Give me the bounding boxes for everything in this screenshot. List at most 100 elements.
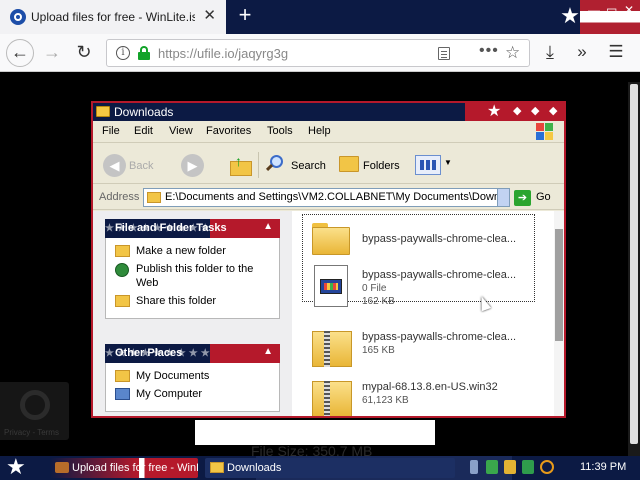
- file-name[interactable]: bypass-paywalls-chrome-clea...: [362, 269, 516, 281]
- new-tab-button[interactable]: +: [234, 4, 256, 27]
- task-make-new-folder[interactable]: Make a new folder: [114, 244, 271, 258]
- back-arrow-icon[interactable]: ←: [6, 39, 34, 67]
- close-button[interactable]: ◆: [549, 104, 557, 117]
- browser-toolbar: ← → ↻ i https://ufile.io/jaqyrg3g ••• ☆ …: [0, 34, 640, 72]
- search-button-label[interactable]: Search: [291, 160, 326, 172]
- speaker-icon[interactable]: [470, 460, 478, 474]
- folders-icon[interactable]: [339, 156, 359, 172]
- info-icon[interactable]: i: [116, 46, 130, 60]
- file-item[interactable]: bypass-paywalls-chrome-clea...: [310, 219, 550, 269]
- page-scrollbar-thumb[interactable]: [630, 84, 638, 444]
- menu-favorites[interactable]: Favorites: [206, 125, 251, 137]
- clock[interactable]: 11:39 PM: [580, 461, 626, 473]
- task-publish-web[interactable]: Publish this folder to the Web: [114, 262, 271, 290]
- address-path[interactable]: E:\Documents and Settings\VM2.COLLABNET\…: [165, 191, 509, 203]
- task-label[interactable]: Publish this folder to the Web: [136, 263, 253, 289]
- minimize-button[interactable]: ◆: [513, 104, 521, 117]
- url-bar[interactable]: i https://ufile.io/jaqyrg3g ••• ☆: [106, 39, 530, 67]
- tab-close-icon[interactable]: ✕: [203, 8, 216, 24]
- task-label[interactable]: Share this folder: [136, 295, 216, 307]
- screen: Upload files for free - WinLite.iso ... …: [0, 0, 640, 480]
- page-scrollbar[interactable]: [628, 82, 640, 456]
- recaptcha-icon: [20, 390, 50, 420]
- browser-tab-strip: Upload files for free - WinLite.iso ... …: [0, 0, 640, 34]
- file-size: 61,123 KB: [362, 395, 409, 406]
- taskbar-button-downloads[interactable]: Downloads: [205, 458, 455, 478]
- collapse-chevron-icon[interactable]: ▲: [263, 346, 273, 357]
- file-name[interactable]: mypal-68.13.8.en-US.win32: [362, 381, 498, 393]
- window-minimize-button[interactable]: —: [588, 3, 600, 17]
- place-my-computer[interactable]: My Computer: [114, 387, 271, 401]
- menu-view[interactable]: View: [169, 125, 193, 137]
- hamburger-menu-icon[interactable]: ☰: [604, 41, 628, 65]
- back-button-icon[interactable]: ◀: [103, 154, 126, 177]
- overflow-icon[interactable]: »: [570, 41, 594, 65]
- browser-tab[interactable]: Upload files for free - WinLite.iso ... …: [0, 0, 226, 34]
- panel-header[interactable]: ★★★★★★★★★★ Other Places ▲: [105, 344, 280, 363]
- address-field[interactable]: E:\Documents and Settings\VM2.COLLABNET\…: [143, 188, 510, 207]
- menu-edit[interactable]: Edit: [134, 125, 153, 137]
- search-icon[interactable]: [265, 155, 284, 173]
- address-dropdown-button[interactable]: [497, 188, 510, 207]
- browser-icon: [55, 462, 69, 473]
- place-my-documents[interactable]: My Documents: [114, 369, 271, 383]
- start-button[interactable]: ★: [6, 456, 26, 478]
- folder-up-icon[interactable]: ↑: [230, 153, 252, 177]
- menu-file[interactable]: File: [102, 125, 120, 137]
- file-name[interactable]: bypass-paywalls-chrome-clea...: [362, 233, 516, 245]
- go-button[interactable]: Go: [536, 191, 551, 203]
- network-icon[interactable]: [504, 460, 516, 474]
- file-name[interactable]: bypass-paywalls-chrome-clea...: [362, 331, 516, 343]
- panel-header[interactable]: ★★★★★★★★★★ File and Folder Tasks ▲: [105, 219, 280, 238]
- shield-icon[interactable]: [486, 460, 498, 474]
- star-icon[interactable]: ☆: [505, 43, 520, 63]
- forward-arrow-icon[interactable]: →: [40, 41, 64, 65]
- my-documents-icon: [115, 370, 130, 382]
- folders-button-label[interactable]: Folders: [363, 160, 400, 172]
- explorer-body: ★★★★★★★★★★ File and Folder Tasks ▲ Make …: [93, 211, 564, 416]
- globe-icon: [115, 263, 129, 277]
- file-item[interactable]: bypass-paywalls-chrome-clea... 0 File 16…: [310, 265, 550, 315]
- panel-title: File and Folder Tasks: [115, 222, 227, 234]
- reader-icon[interactable]: [438, 47, 450, 60]
- file-list-scrollbar[interactable]: [554, 211, 564, 416]
- recaptcha-badge[interactable]: Privacy - Terms: [0, 382, 69, 440]
- collapse-chevron-icon[interactable]: ▲: [263, 221, 273, 232]
- taskbar: ★ Upload files for free - WinLite.iso Do…: [0, 456, 640, 480]
- menu-help[interactable]: Help: [308, 125, 331, 137]
- system-tray: [468, 460, 578, 476]
- task-share-folder[interactable]: Share this folder: [114, 294, 271, 308]
- download-icon[interactable]: ⤓: [538, 41, 562, 65]
- maximize-button[interactable]: ◆: [531, 104, 539, 117]
- place-label[interactable]: My Documents: [136, 370, 209, 382]
- zip-archive-icon: [310, 377, 354, 416]
- explorer-title-bar[interactable]: Downloads ★ ◆ ◆ ◆: [93, 103, 564, 121]
- my-computer-icon: [115, 388, 130, 400]
- file-item[interactable]: bypass-paywalls-chrome-clea... 165 KB: [310, 327, 550, 377]
- window-title: Downloads: [114, 105, 174, 119]
- url-text[interactable]: https://ufile.io/jaqyrg3g: [158, 46, 288, 61]
- views-dropdown-icon[interactable]: ▼: [444, 158, 452, 167]
- menu-tools[interactable]: Tools: [267, 125, 293, 137]
- window-close-button[interactable]: ✕: [624, 3, 634, 17]
- views-icon[interactable]: [415, 155, 441, 175]
- search-tray-icon[interactable]: [540, 460, 554, 474]
- more-icon[interactable]: •••: [479, 42, 499, 60]
- recaptcha-links[interactable]: Privacy - Terms: [4, 428, 59, 437]
- back-button-label[interactable]: Back: [129, 160, 153, 172]
- go-arrow-icon[interactable]: ➔: [514, 190, 531, 206]
- other-places-panel: ★★★★★★★★★★ Other Places ▲ My Documents M…: [105, 344, 280, 412]
- safety-icon[interactable]: [522, 460, 534, 474]
- reload-icon[interactable]: ↻: [72, 41, 96, 65]
- window-maximize-button[interactable]: ▭: [606, 3, 617, 17]
- forward-button-icon[interactable]: ▶: [181, 154, 204, 177]
- file-item[interactable]: mypal-68.13.8.en-US.win32 61,123 KB: [310, 377, 550, 416]
- download-button-area[interactable]: [195, 420, 435, 445]
- taskbar-button-browser[interactable]: Upload files for free - WinLite.iso: [50, 458, 198, 478]
- scrollbar-thumb[interactable]: [555, 229, 563, 341]
- taskbar-button-label: Downloads: [227, 462, 282, 474]
- file-list: bypass-paywalls-chrome-clea... bypass-pa…: [292, 211, 554, 416]
- panel-title: Other Places: [115, 347, 183, 359]
- task-label[interactable]: Make a new folder: [136, 245, 226, 257]
- place-label[interactable]: My Computer: [136, 388, 202, 400]
